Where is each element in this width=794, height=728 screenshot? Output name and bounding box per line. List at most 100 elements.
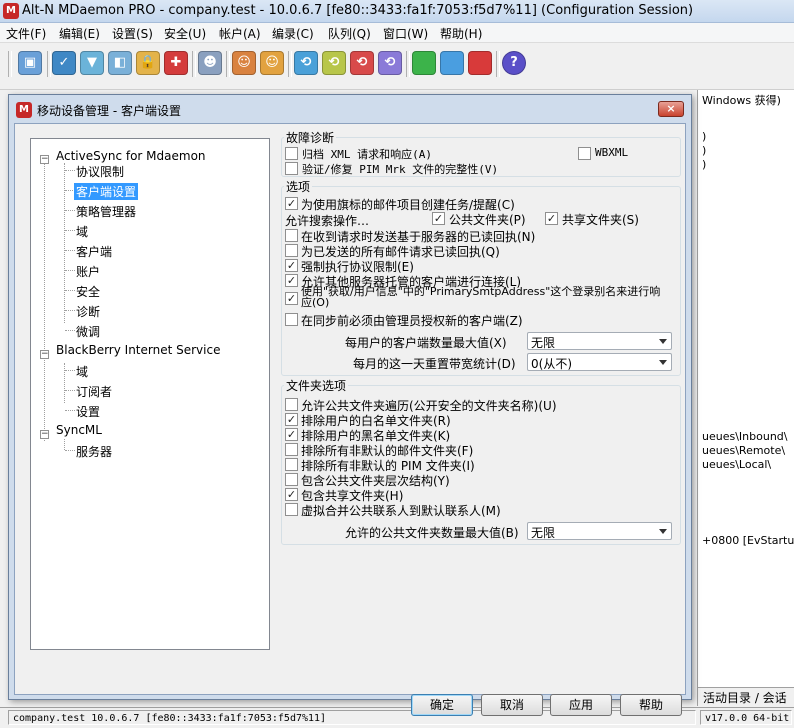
use-primary-smtp-checkbox[interactable]: ✓	[285, 292, 298, 305]
search-public-folders-checkbox[interactable]: ✓	[432, 212, 445, 225]
first-aid-icon[interactable]: ✚	[164, 51, 188, 75]
apply-button[interactable]: 应用	[550, 694, 612, 716]
server-settings-icon[interactable]: ▣	[18, 51, 42, 75]
status-version: v17.0.0 64-bit	[700, 710, 792, 725]
archive-xml-checkbox[interactable]	[285, 147, 298, 160]
admin-authorize-checkbox[interactable]	[285, 313, 298, 326]
tree-bb-subscribers[interactable]: 订阅者	[76, 383, 112, 400]
menu-file[interactable]: 文件(F)	[6, 25, 46, 42]
close-button[interactable]: ×	[658, 101, 684, 117]
content-filter-icon[interactable]: ◧	[108, 51, 132, 75]
tree-clients[interactable]: 客户端	[76, 243, 112, 260]
menu-help[interactable]: 帮助(H)	[440, 25, 482, 42]
dialog-body: − ActiveSync for Mdaemon 协议限制 客户端设置 策略管理…	[14, 123, 686, 716]
refresh-all-queues-icon[interactable]: ⟲	[378, 51, 402, 75]
blue-status-icon[interactable]	[440, 51, 464, 75]
tree-syncml-servers[interactable]: 服务器	[76, 443, 112, 460]
user-search-icon[interactable]: ☻	[198, 51, 222, 75]
log-line: )	[702, 158, 707, 171]
tree-guide	[64, 439, 65, 450]
menu-security[interactable]: 安全(U)	[164, 25, 206, 42]
menu-window[interactable]: 窗口(W)	[383, 25, 428, 42]
cancel-button[interactable]: 取消	[481, 694, 543, 716]
tree-guide	[65, 390, 75, 391]
filter-funnel-icon[interactable]: ▼	[80, 51, 104, 75]
main-title-bar: M Alt-N MDaemon PRO - company.test - 10.…	[0, 0, 794, 23]
mdaemon-app-icon: M	[3, 3, 19, 19]
collapse-icon[interactable]: −	[40, 350, 49, 359]
tree-bb-domains[interactable]: 域	[76, 363, 88, 380]
include-shared-checkbox[interactable]: ✓	[285, 488, 298, 501]
tree-domains[interactable]: 域	[76, 223, 88, 240]
collapse-icon[interactable]: −	[40, 430, 49, 439]
menu-edit[interactable]: 编辑(E)	[59, 25, 100, 42]
tree-security[interactable]: 安全	[76, 283, 100, 300]
group-users-icon[interactable]: ☺	[260, 51, 284, 75]
wbxml-checkbox[interactable]	[578, 147, 591, 160]
ok-button[interactable]: 确定	[411, 694, 473, 716]
tree-client-settings[interactable]: 客户端设置	[74, 183, 139, 200]
include-public-hierarchy-checkbox[interactable]	[285, 473, 298, 486]
tree-policy-manager[interactable]: 策略管理器	[76, 203, 136, 220]
exclude-whitelist-checkbox[interactable]: ✓	[285, 413, 298, 426]
lock-icon[interactable]: 🔒	[136, 51, 160, 75]
tree-guide	[64, 163, 65, 323]
max-public-folders-select[interactable]: 无限	[527, 522, 672, 540]
dropdown-arrow-icon	[659, 529, 667, 534]
green-status-icon[interactable]	[412, 51, 436, 75]
max-clients-select[interactable]: 无限	[527, 332, 672, 350]
dropdown-arrow-icon	[659, 360, 667, 365]
menu-catalog[interactable]: 编录(C)	[272, 25, 314, 42]
reset-day-select[interactable]: 0(从不)	[527, 353, 672, 371]
tree-guide	[65, 290, 75, 291]
antivirus-icon[interactable]: ✓	[52, 51, 76, 75]
menu-settings[interactable]: 设置(S)	[112, 25, 153, 42]
tree-bb-settings[interactable]: 设置	[76, 403, 100, 420]
reset-day-label: 每月的这一天重置带宽统计(D)	[353, 357, 516, 371]
folder-options-group-title: 文件夹选项	[284, 377, 349, 394]
log-line: Windows 获得)	[702, 94, 781, 107]
refresh-remote-queue-icon[interactable]: ⟲	[322, 51, 346, 75]
account-user-icon[interactable]: ☺	[232, 51, 256, 75]
enforce-protocol-checkbox[interactable]: ✓	[285, 259, 298, 272]
tree-diagnostics[interactable]: 诊断	[76, 303, 100, 320]
help-button[interactable]: 帮助	[620, 694, 682, 716]
allow-traverse-checkbox[interactable]	[285, 398, 298, 411]
max-public-folders-value: 无限	[531, 526, 556, 540]
tree-syncml[interactable]: SyncML	[56, 423, 102, 437]
create-tasks-checkbox[interactable]: ✓	[285, 197, 298, 210]
tree-guide	[65, 410, 75, 411]
validate-pim-label: 验证/修复 PIM Mrk 文件的完整性(V)	[302, 163, 499, 176]
virtual-merge-label: 虚拟合并公共联系人到默认联系人(M)	[301, 504, 501, 518]
menu-accounts[interactable]: 帐户(A)	[219, 25, 261, 42]
tree-protocol-restrictions[interactable]: 协议限制	[76, 163, 124, 180]
menu-bar: 文件(F) 编辑(E) 设置(S) 安全(U) 帐户(A) 编录(C) 队列(Q…	[0, 23, 794, 43]
allow-other-hosted-checkbox[interactable]: ✓	[285, 274, 298, 287]
search-shared-folders-label: 共享文件夹(S)	[562, 213, 639, 227]
help-question-icon[interactable]: ?	[502, 51, 526, 75]
tree-accounts[interactable]: 账户	[76, 263, 100, 280]
max-clients-label: 每用户的客户端数量最大值(X)	[345, 336, 507, 350]
exclude-blacklist-checkbox[interactable]: ✓	[285, 428, 298, 441]
tree-tuning[interactable]: 微调	[76, 323, 100, 340]
red-status-icon[interactable]	[468, 51, 492, 75]
exclude-nondefault-pim-checkbox[interactable]	[285, 458, 298, 471]
validate-pim-checkbox[interactable]	[285, 162, 298, 175]
exclude-nondefault-mail-checkbox[interactable]	[285, 443, 298, 456]
toolbar-separator	[406, 51, 410, 77]
server-read-receipt-checkbox[interactable]	[285, 229, 298, 242]
menu-queues[interactable]: 队列(Q)	[328, 25, 371, 42]
refresh-local-queue-icon[interactable]: ⟲	[350, 51, 374, 75]
refresh-inbound-queue-icon[interactable]: ⟲	[294, 51, 318, 75]
tree-activesync[interactable]: ActiveSync for Mdaemon	[56, 149, 206, 163]
collapse-icon[interactable]: −	[40, 155, 49, 164]
toolbar-separator	[47, 51, 51, 77]
tree-blackberry[interactable]: BlackBerry Internet Service	[56, 343, 220, 357]
toolbar: ▣ ✓ ▼ ◧ 🔒 ✚ ☻ ☺ ☺ ⟲ ⟲ ⟲ ⟲ ?	[0, 43, 794, 90]
virtual-merge-checkbox[interactable]	[285, 503, 298, 516]
diagnostics-group-title: 故障诊断	[284, 129, 337, 146]
options-group-title: 选项	[284, 178, 313, 195]
search-shared-folders-checkbox[interactable]: ✓	[545, 212, 558, 225]
request-read-receipt-checkbox[interactable]	[285, 244, 298, 257]
log-tab-label[interactable]: 活动目录 / 会话	[703, 689, 787, 706]
